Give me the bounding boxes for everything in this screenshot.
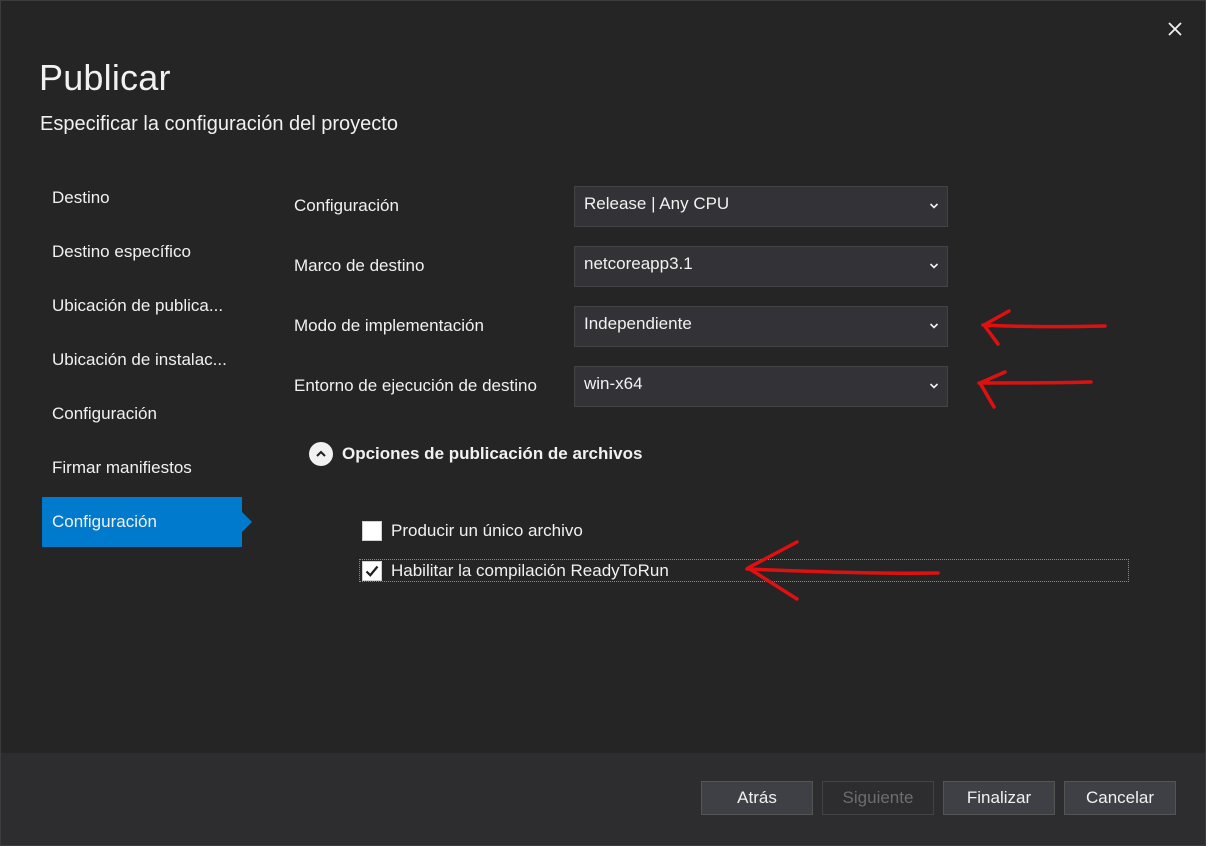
target-runtime-row: Entorno de ejecución de destino win-x64 — [294, 366, 954, 408]
chevron-down-icon — [929, 323, 939, 329]
sidebar-item-label: Configuración — [52, 404, 157, 423]
sidebar-item-label: Firmar manifiestos — [52, 458, 192, 477]
sidebar-item-label: Configuración — [52, 512, 157, 531]
sidebar-item-destino[interactable]: Destino — [42, 173, 242, 223]
target-framework-value: netcoreapp3.1 — [584, 254, 693, 273]
target-framework-label: Marco de destino — [294, 256, 425, 275]
sidebar-item-label: Ubicación de instalac... — [52, 350, 227, 369]
file-options-toggle[interactable]: Opciones de publicación de archivos — [309, 442, 642, 466]
sidebar-item-configuracion-active[interactable]: Configuración — [42, 497, 252, 547]
close-icon — [1168, 22, 1182, 36]
chevron-down-icon — [929, 203, 939, 209]
sidebar-item-label: Destino — [52, 188, 110, 207]
dialog-footer: Atrás Siguiente Finalizar Cancelar — [1, 753, 1205, 845]
checkmark-icon — [365, 565, 379, 577]
collapse-button[interactable] — [309, 442, 333, 466]
configuration-row: Configuración Release | Any CPU — [294, 186, 954, 228]
ready-to-run-checkbox[interactable] — [362, 561, 382, 581]
target-framework-select[interactable]: netcoreapp3.1 — [574, 246, 948, 287]
configuration-value: Release | Any CPU — [584, 194, 730, 213]
dialog-subtitle: Especificar la configuración del proyect… — [40, 113, 398, 135]
sidebar-item-ubicacion-instalacion[interactable]: Ubicación de instalac... — [42, 335, 242, 385]
single-file-option[interactable]: Producir un único archivo — [362, 521, 583, 541]
next-button[interactable]: Siguiente — [822, 781, 934, 815]
cancel-button[interactable]: Cancelar — [1064, 781, 1176, 815]
ready-to-run-option[interactable]: Habilitar la compilación ReadyToRun — [362, 561, 669, 581]
deployment-mode-select[interactable]: Independiente — [574, 306, 948, 347]
sidebar-item-configuracion[interactable]: Configuración — [42, 389, 242, 439]
file-options-title: Opciones de publicación de archivos — [342, 444, 643, 463]
target-runtime-label: Entorno de ejecución de destino — [294, 376, 537, 395]
single-file-checkbox[interactable] — [362, 521, 382, 541]
configuration-select[interactable]: Release | Any CPU — [574, 186, 948, 227]
deployment-mode-row: Modo de implementación Independiente — [294, 306, 954, 348]
active-pointer — [242, 512, 252, 532]
deployment-mode-value: Independiente — [584, 314, 692, 333]
chevron-down-icon — [929, 263, 939, 269]
single-file-label: Producir un único archivo — [391, 521, 583, 540]
configuration-label: Configuración — [294, 196, 399, 215]
deployment-mode-label: Modo de implementación — [294, 316, 484, 335]
chevron-down-icon — [929, 383, 939, 389]
target-runtime-value: win-x64 — [584, 374, 643, 393]
dialog-title: Publicar — [39, 57, 171, 98]
sidebar-item-ubicacion-publicacion[interactable]: Ubicación de publica... — [42, 281, 242, 331]
target-runtime-select[interactable]: win-x64 — [574, 366, 948, 407]
chevron-up-icon — [316, 450, 326, 457]
arrow-target-runtime — [977, 370, 1093, 409]
finish-button[interactable]: Finalizar — [943, 781, 1055, 815]
sidebar-nav: Destino Destino específico Ubicación de … — [42, 173, 252, 551]
ready-to-run-label: Habilitar la compilación ReadyToRun — [391, 561, 669, 580]
publish-dialog: Publicar Especificar la configuración de… — [0, 0, 1206, 846]
close-button[interactable] — [1161, 15, 1189, 43]
arrow-deployment-mode — [981, 309, 1107, 346]
target-framework-row: Marco de destino netcoreapp3.1 — [294, 246, 954, 288]
sidebar-item-destino-especifico[interactable]: Destino específico — [42, 227, 242, 277]
sidebar-item-firmar-manifiestos[interactable]: Firmar manifiestos — [42, 443, 242, 493]
back-button[interactable]: Atrás — [701, 781, 813, 815]
sidebar-item-label: Destino específico — [52, 242, 191, 261]
sidebar-item-label: Ubicación de publica... — [52, 296, 224, 315]
